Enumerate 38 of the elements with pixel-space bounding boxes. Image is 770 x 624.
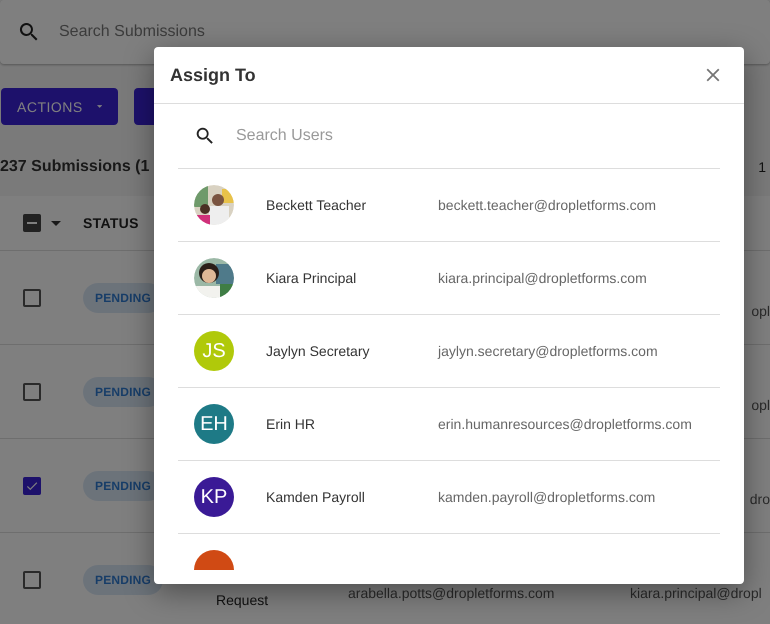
row-checkbox[interactable] [23,288,41,306]
user-item[interactable]: KP Kamden Payroll kamden.payroll@dropletforms.com [178,461,720,534]
table-cell: opl [751,397,770,413]
column-header[interactable]: STATUS [83,215,139,231]
user-email: beckett.teacher@dropletforms.com [438,197,656,213]
table-cell: dro [750,491,770,507]
table-cell: arabella.potts@dropletforms.com [348,585,554,601]
page-number: 1 [758,159,767,175]
status-chip: PENDING [83,564,164,594]
user-avatar: EH [194,404,234,444]
user-avatar: KP [194,477,234,517]
select-all-checkbox[interactable] [23,214,41,232]
user-name: Kamden Payroll [266,489,366,505]
user-email: kiara.principal@dropletforms.com [438,270,647,286]
user-name: Kiara Principal [266,270,358,286]
table-cell: opl [751,303,770,319]
search-field[interactable]: Search Submissions [57,22,361,42]
submission-count: 237 Submissions (1 [0,158,150,176]
user-avatar: JS [194,331,234,371]
user-email: jaylyn.secretary@dropletforms.com [438,343,658,359]
row-checkbox[interactable] [23,570,41,588]
dialog-title: Assign To [170,64,256,86]
user-name: Beckett Teacher [266,197,368,213]
action-button[interactable]: ACTIONS [1,88,118,125]
row-checkbox[interactable] [23,382,41,400]
caret-icon [96,104,102,109]
user-item[interactable]: EH Erin HR erin.humanresources@dropletforms.com [178,388,720,461]
user-name: Jaylyn Secretary [266,343,370,359]
user-name: Erin HR [266,416,316,432]
caret-icon[interactable] [51,220,61,226]
user-item[interactable]: Kiara Principal kiara.principal@dropletforms.com [178,242,720,315]
table-cell: kiara.principal@dropl [630,585,762,601]
user-email: kamden.payroll@dropletforms.com [438,489,656,505]
user-item[interactable]: JS Jaylyn Secretary jaylyn.secretary@dropletforms.com [178,315,720,388]
user-item[interactable]: Beckett Teacher beckett.teacher@dropletforms.com [178,169,720,242]
user-email: erin.humanresources@dropletforms.com [438,416,692,432]
table-cell: Request [216,592,268,608]
row-checkbox[interactable] [23,476,41,494]
